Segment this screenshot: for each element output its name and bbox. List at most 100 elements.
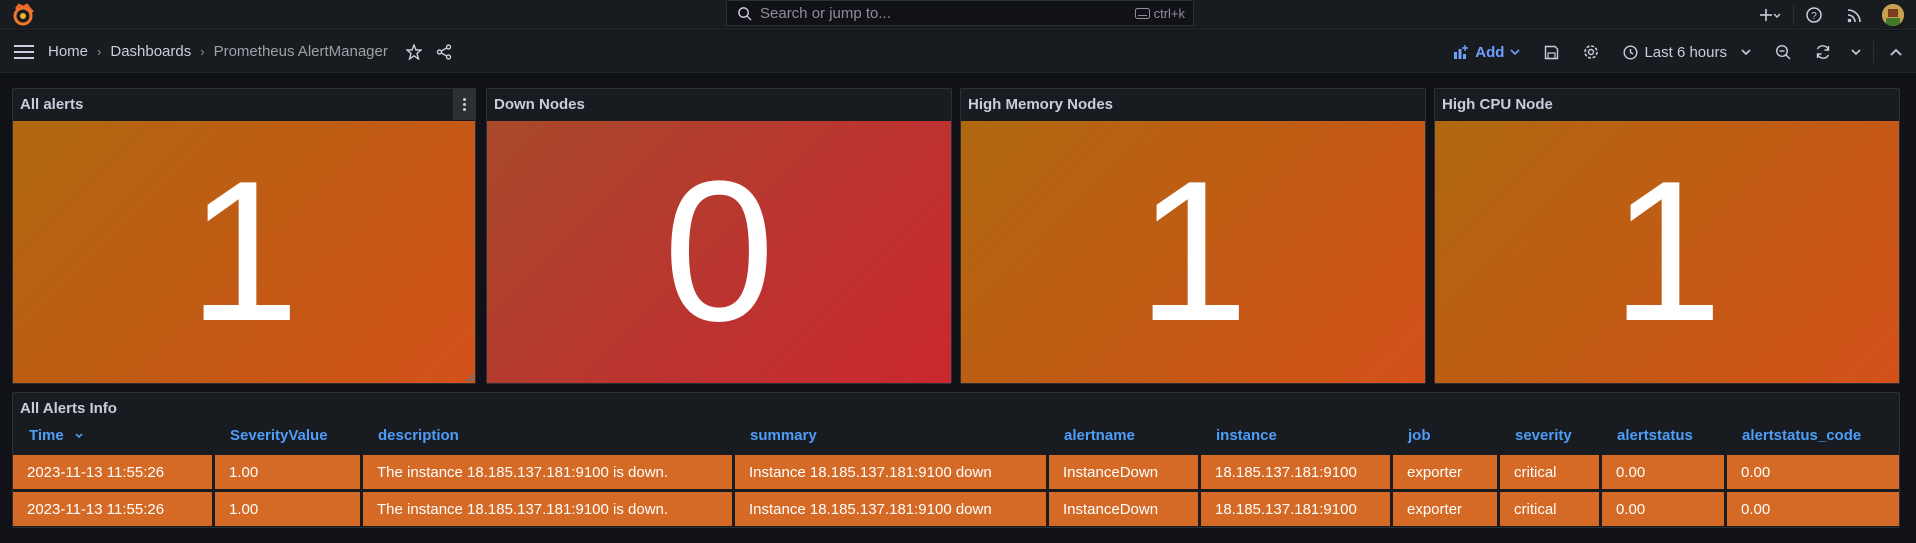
rss-icon [1847, 8, 1861, 22]
zoom-out-button[interactable] [1763, 31, 1803, 73]
settings-button[interactable] [1571, 31, 1611, 73]
table-cell: 0.00 [1727, 455, 1899, 489]
stat-value-area: 0 [487, 121, 951, 383]
breadcrumb-current: Prometheus AlertManager [213, 43, 388, 60]
stat-value: 0 [663, 140, 775, 363]
table-cell: Instance 18.185.137.181:9100 down [735, 492, 1049, 526]
menu-button[interactable] [0, 44, 48, 59]
stat-value: 1 [1137, 140, 1249, 363]
column-header[interactable]: alertstatus_code [1742, 427, 1861, 444]
table-row[interactable]: 2023-11-13 11:55:26 1.00 The instance 18… [13, 492, 1899, 528]
stat-value: 1 [1611, 140, 1723, 363]
column-header[interactable]: job [1408, 427, 1431, 444]
table-cell: critical [1500, 492, 1602, 526]
table-panel-all-alerts-info: All Alerts Info Time SeverityValue descr… [12, 392, 1900, 528]
refresh-interval-dropdown[interactable] [1843, 31, 1869, 73]
table-cell: critical [1500, 455, 1602, 489]
table-row[interactable]: 2023-11-13 11:55:26 1.00 The instance 18… [13, 455, 1899, 491]
plus-icon [1760, 9, 1781, 21]
star-button[interactable] [405, 43, 422, 60]
breadcrumb: Home › Dashboards › Prometheus AlertMana… [48, 43, 388, 60]
divider [1873, 41, 1874, 63]
search-placeholder: Search or jump to... [760, 4, 891, 22]
share-icon [436, 43, 452, 60]
grafana-logo-icon[interactable] [10, 2, 36, 28]
sort-desc-icon [75, 433, 83, 439]
hamburger-icon [14, 44, 34, 59]
chevron-down-icon [1741, 49, 1751, 56]
add-label: Add [1475, 43, 1505, 61]
svg-text:?: ? [1811, 11, 1817, 22]
help-icon: ? [1806, 7, 1822, 23]
add-button[interactable]: Add [1441, 31, 1532, 73]
panel-title: High Memory Nodes [968, 96, 1114, 113]
refresh-icon [1816, 45, 1830, 59]
panel-menu-button[interactable] [453, 89, 475, 120]
table-cell: 0.00 [1727, 492, 1899, 526]
table-cell: Instance 18.185.137.181:9100 down [735, 455, 1049, 489]
chevron-down-icon [1510, 49, 1521, 56]
refresh-button[interactable] [1803, 31, 1843, 73]
table-cell: 18.185.137.181:9100 [1201, 455, 1393, 489]
table-cell: 2023-11-13 11:55:26 [13, 492, 215, 526]
stat-panel-down-nodes[interactable]: Down Nodes 0 [486, 88, 952, 384]
breadcrumb-dashboards[interactable]: Dashboards [110, 43, 191, 60]
search-input[interactable]: Search or jump to... ctrl+k [726, 0, 1194, 26]
stat-value-area: 1 [961, 121, 1425, 383]
add-panel-icon [1454, 45, 1469, 59]
gear-icon [1584, 45, 1599, 59]
help-button[interactable]: ? [1794, 7, 1834, 23]
time-range-label: Last 6 hours [1644, 43, 1727, 61]
table-header: Time SeverityValue description summary a… [13, 427, 1899, 447]
panel-title: All Alerts Info [20, 400, 117, 417]
column-header[interactable]: alertstatus [1617, 427, 1693, 444]
table-cell: 18.185.137.181:9100 [1201, 492, 1393, 526]
search-icon [738, 6, 752, 21]
news-button[interactable] [1834, 8, 1874, 23]
column-header[interactable]: severity [1515, 427, 1572, 444]
table-cell: InstanceDown [1049, 455, 1201, 489]
new-menu-button[interactable] [1747, 8, 1793, 22]
collapse-button[interactable] [1878, 31, 1916, 73]
stat-value: 1 [188, 140, 300, 363]
column-header-time[interactable]: Time [29, 427, 84, 444]
table-cell: exporter [1393, 492, 1500, 526]
column-header[interactable]: alertname [1064, 427, 1135, 444]
dashboard-nav: Home › Dashboards › Prometheus AlertMana… [0, 31, 1916, 73]
column-header[interactable]: summary [750, 427, 817, 444]
column-header[interactable]: SeverityValue [230, 427, 328, 444]
column-header[interactable]: instance [1216, 427, 1277, 444]
chevron-right-icon: › [200, 44, 205, 59]
clock-icon [1623, 44, 1638, 60]
dashboard-actions: Add Last 6 hours [1441, 31, 1916, 73]
stat-panel-high-cpu-node[interactable]: High CPU Node 1 [1434, 88, 1900, 384]
stat-panel-all-alerts[interactable]: All alerts 1 [12, 88, 476, 384]
top-right-actions: ? [1747, 0, 1916, 30]
avatar-image [1882, 4, 1904, 26]
stat-value-area: 1 [13, 121, 475, 383]
save-button[interactable] [1532, 31, 1571, 73]
table-cell: 0.00 [1602, 492, 1727, 526]
resize-handle[interactable] [466, 374, 473, 381]
table-cell: exporter [1393, 455, 1500, 489]
chevron-down-icon [1851, 49, 1861, 56]
column-header[interactable]: description [378, 427, 459, 444]
panel-title: All alerts [20, 96, 84, 113]
share-button[interactable] [436, 43, 452, 60]
panel-title: Down Nodes [494, 96, 585, 113]
user-avatar[interactable] [1882, 4, 1904, 26]
table-cell: InstanceDown [1049, 492, 1201, 526]
star-icon [405, 43, 422, 60]
keyboard-icon [1134, 7, 1150, 19]
table-cell: The instance 18.185.137.181:9100 is down… [363, 455, 735, 489]
table-cell: 2023-11-13 11:55:26 [13, 455, 215, 489]
panel-title: High CPU Node [1442, 96, 1553, 113]
stat-value-area: 1 [1435, 121, 1899, 383]
breadcrumb-home[interactable]: Home [48, 43, 88, 60]
top-bar: Search or jump to... ctrl+k ? [0, 0, 1916, 30]
time-range-picker[interactable]: Last 6 hours [1611, 31, 1763, 73]
search-shortcut: ctrl+k [1134, 6, 1185, 21]
stat-panel-high-memory-nodes[interactable]: High Memory Nodes 1 [960, 88, 1426, 384]
chevron-right-icon: › [97, 44, 102, 59]
table-cell: The instance 18.185.137.181:9100 is down… [363, 492, 735, 526]
